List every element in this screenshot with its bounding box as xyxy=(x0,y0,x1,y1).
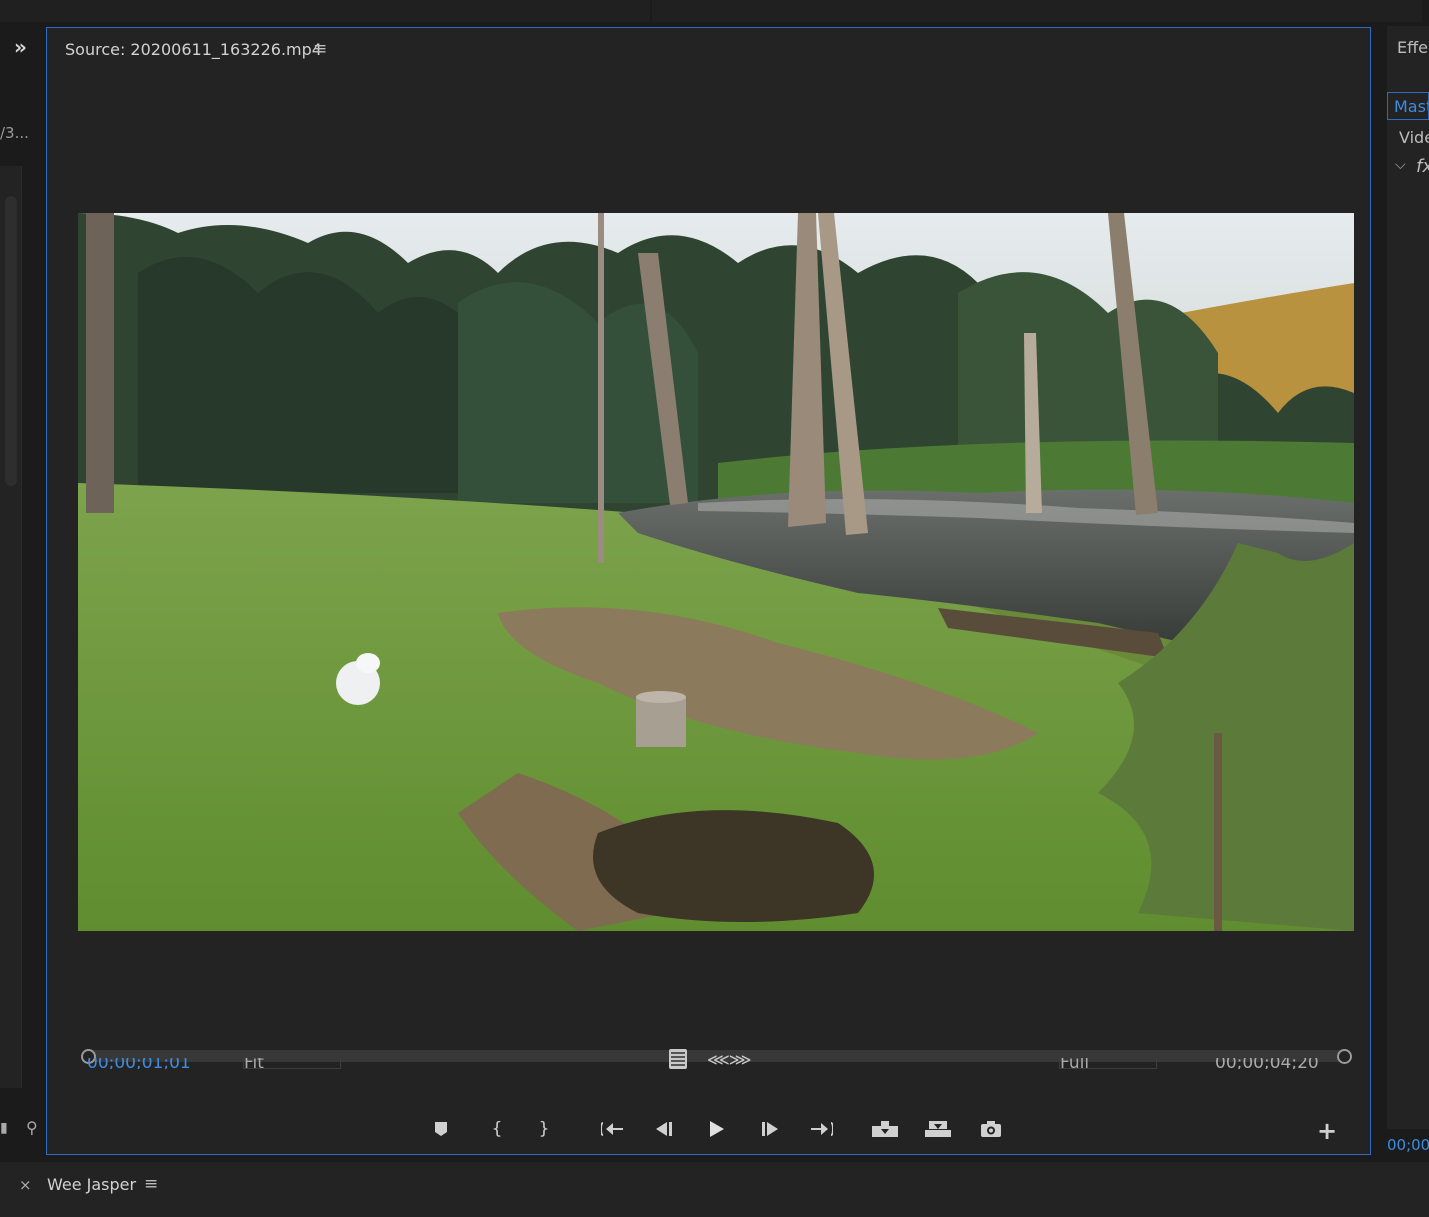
add-marker-button[interactable] xyxy=(427,1116,455,1142)
top-panel-header xyxy=(652,0,1422,22)
playhead-timecode[interactable]: 00;00;01;01 xyxy=(87,1058,191,1069)
insert-button[interactable] xyxy=(870,1116,900,1142)
project-item-name: /3... xyxy=(0,124,29,142)
marker-icon xyxy=(435,1122,447,1136)
button-editor-button[interactable]: + xyxy=(1313,1117,1341,1145)
overwrite-button[interactable] xyxy=(923,1116,953,1142)
chevron-down-icon[interactable]: ⌵ xyxy=(1395,157,1406,173)
go-to-in-button[interactable] xyxy=(599,1116,627,1142)
effect-controls-timecode[interactable]: 00;00; xyxy=(1387,1136,1429,1154)
top-panel-header xyxy=(0,0,650,22)
source-monitor-panel: Source: 20200611_163226.mp4 ≡ ⋘⋙ 00;00;0… xyxy=(46,27,1371,1155)
playback-resolution-select[interactable]: Full xyxy=(1059,1058,1157,1069)
search-icon[interactable]: ⚲ xyxy=(26,1118,38,1137)
effect-controls-panel xyxy=(1387,26,1429,1129)
fx-icon[interactable]: fx xyxy=(1416,156,1429,177)
video-frame-image xyxy=(78,213,1354,931)
video-effects-header: Vide xyxy=(1399,128,1429,147)
export-frame-button[interactable] xyxy=(977,1116,1005,1142)
source-monitor-title[interactable]: Source: 20200611_163226.mp4 xyxy=(65,40,322,59)
list-view-icon[interactable]: ▮ xyxy=(0,1120,8,1136)
camera-icon xyxy=(981,1121,1001,1137)
duration-timecode: 00;00;04;20 xyxy=(1215,1058,1319,1069)
panel-menu-icon[interactable]: ≡ xyxy=(144,1174,158,1194)
play-icon xyxy=(710,1121,724,1137)
drag-audio-only-icon[interactable]: ⋘⋙ xyxy=(707,1050,752,1069)
go-to-out-button[interactable] xyxy=(807,1116,835,1142)
mark-in-button[interactable]: { xyxy=(483,1116,511,1142)
zoom-level-select[interactable]: Fit xyxy=(243,1058,341,1069)
master-clip-tab[interactable]: Mast xyxy=(1387,92,1429,120)
project-scrollbar[interactable] xyxy=(5,196,17,486)
zoom-handle-right[interactable] xyxy=(1337,1049,1352,1064)
step-back-button[interactable] xyxy=(650,1116,678,1142)
mark-out-button[interactable]: } xyxy=(530,1116,558,1142)
expand-panels-icon[interactable]: » xyxy=(14,34,40,60)
top-strip xyxy=(0,0,1429,26)
step-forward-icon xyxy=(762,1122,778,1136)
go-to-in-icon xyxy=(601,1122,623,1136)
go-to-out-icon xyxy=(811,1122,833,1136)
playhead-grip-icon xyxy=(671,1052,685,1066)
close-icon[interactable]: × xyxy=(19,1176,32,1194)
timeline-sequence-tab[interactable]: Wee Jasper xyxy=(47,1175,136,1194)
tab-effect-controls[interactable]: Effec xyxy=(1397,38,1429,57)
step-forward-button[interactable] xyxy=(756,1116,784,1142)
timeline-panel xyxy=(0,1162,1429,1217)
insert-icon xyxy=(872,1121,898,1137)
overwrite-icon xyxy=(925,1121,951,1137)
video-preview[interactable] xyxy=(78,213,1354,931)
panel-menu-icon[interactable]: ≡ xyxy=(313,39,327,59)
play-button[interactable] xyxy=(702,1116,730,1142)
step-back-icon xyxy=(656,1122,672,1136)
